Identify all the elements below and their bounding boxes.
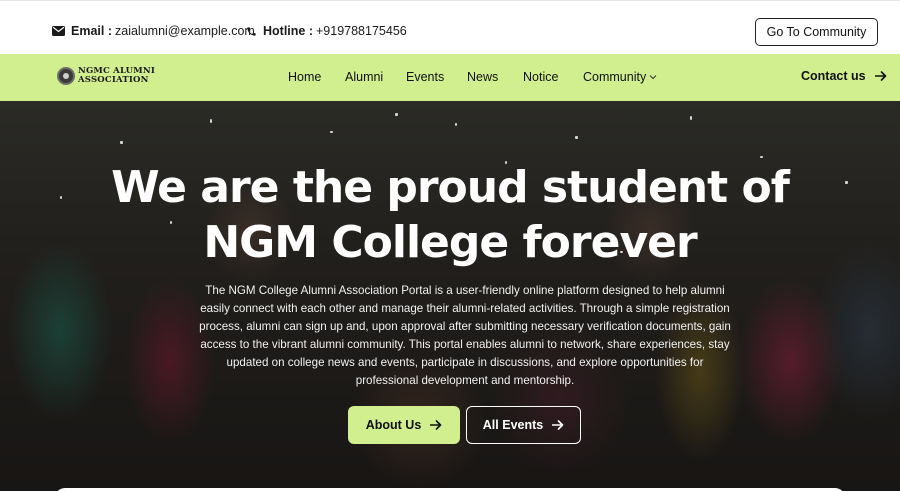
- hero-title: We are the proud student of NGM College …: [0, 160, 900, 270]
- phone-icon: [247, 26, 256, 36]
- arrow-right-icon: [430, 420, 442, 430]
- email-value[interactable]: zaialumni@example.com: [115, 24, 255, 38]
- college-emblem-icon: [57, 67, 75, 85]
- site-logo[interactable]: NGMC ALUMNI ASSOCIATION: [57, 67, 155, 85]
- nav-item-notice[interactable]: Notice: [523, 70, 558, 84]
- email-label: Email :: [71, 24, 112, 38]
- hero-title-line-1: We are the proud student of: [111, 162, 790, 213]
- nav-item-alumni[interactable]: Alumni: [345, 70, 383, 84]
- nav-item-events[interactable]: Events: [406, 70, 444, 84]
- nav-item-community[interactable]: Community: [583, 70, 657, 84]
- nav-item-community-label: Community: [583, 70, 647, 84]
- hero-description: The NGM College Alumni Association Porta…: [199, 284, 731, 387]
- all-events-label: All Events: [482, 418, 544, 432]
- contact-us-label: Contact us: [801, 69, 866, 83]
- about-us-button[interactable]: About Us: [348, 406, 460, 444]
- contact-email: Email : zaialumni@example.com: [52, 24, 255, 38]
- logo-text: NGMC ALUMNI ASSOCIATION: [78, 67, 155, 85]
- go-to-community-button[interactable]: Go To Community: [755, 18, 878, 46]
- logo-line-2: ASSOCIATION: [78, 75, 149, 85]
- contact-hotline: Hotline : +919788175456: [246, 24, 407, 38]
- hero-title-line-2: NGM College forever: [203, 217, 697, 268]
- nav-item-news[interactable]: News: [467, 70, 498, 84]
- envelope-icon: [52, 26, 65, 36]
- arrow-right-icon: [874, 71, 886, 81]
- arrow-right-icon: [552, 420, 564, 430]
- contact-us-link[interactable]: Contact us: [801, 69, 887, 83]
- chevron-down-icon: [649, 75, 657, 80]
- main-navbar: NGMC ALUMNI ASSOCIATION Home Alumni Even…: [0, 54, 900, 101]
- hero-section: We are the proud student of NGM College …: [0, 101, 900, 491]
- hotline-label: Hotline :: [263, 24, 313, 38]
- hotline-value[interactable]: +919788175456: [316, 24, 407, 38]
- top-contact-bar: Email : zaialumni@example.com Hotline : …: [0, 0, 900, 54]
- all-events-button[interactable]: All Events: [466, 406, 581, 444]
- about-us-label: About Us: [365, 418, 422, 432]
- nav-item-home[interactable]: Home: [288, 70, 321, 84]
